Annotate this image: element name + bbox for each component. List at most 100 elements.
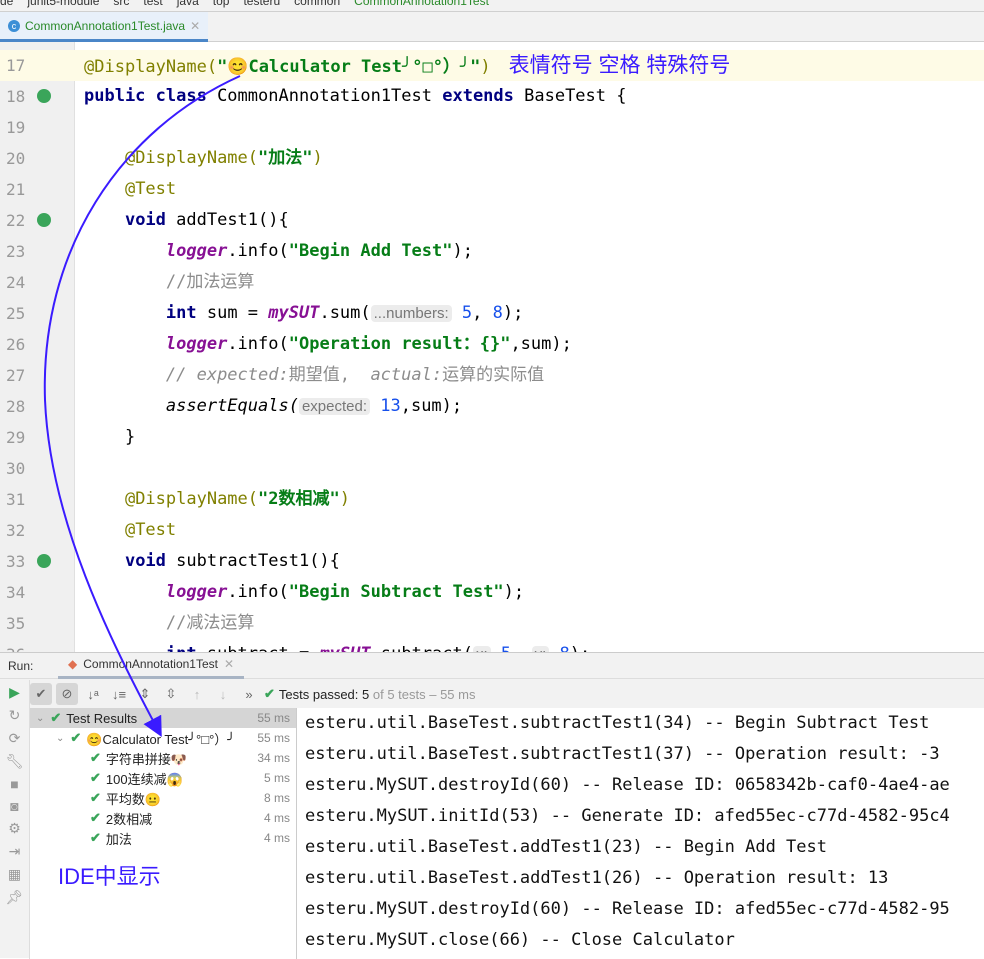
line-number: 28 — [6, 397, 26, 416]
code-token: , — [472, 303, 493, 323]
run-tab[interactable]: ◆ CommonAnnotation1Test ✕ — [58, 653, 245, 679]
code-line: 22 void addTest1(){ — [0, 205, 984, 236]
line-number: 21 — [6, 180, 26, 199]
test-tree-item[interactable]: ✔ 加法 4 ms — [30, 828, 296, 848]
code-token: logger — [165, 241, 228, 261]
breadcrumb-item[interactable]: testeru — [243, 0, 280, 8]
parameter-hint: ...numbers: — [370, 305, 452, 322]
code-text: } — [84, 422, 135, 453]
code-text: //减法运算 — [84, 608, 254, 639]
breadcrumb-item[interactable]: src — [113, 0, 129, 8]
code-token: addTest1(){ — [176, 210, 289, 230]
code-line: 27 // expected:期望值, actual:运算的实际值 — [0, 360, 984, 391]
chevron-down-icon[interactable]: ⌄ — [36, 713, 44, 724]
code-token: sum = — [206, 303, 269, 323]
test-tree-item[interactable]: ⌄ ✔ 😊Calculator Test╯°□°）╯ 55 ms — [30, 728, 296, 748]
breadcrumb-item[interactable]: test — [143, 0, 162, 8]
breadcrumb-item[interactable]: de — [0, 0, 13, 8]
code-token: mySUT — [268, 303, 320, 323]
code-token: 期望值, — [288, 365, 371, 385]
pin-icon[interactable]: 📌︎ — [6, 889, 24, 906]
parameter-hint: expected: — [298, 398, 370, 415]
code-text: logger.info("Begin Add Test"); — [84, 236, 473, 267]
expand-all-button[interactable]: ⇕ — [134, 683, 156, 705]
code-token: .info( — [227, 334, 289, 354]
test-tree-item[interactable]: ⌄ ✔ Test Results 55 ms — [30, 708, 296, 728]
code-token: ) — [312, 148, 323, 168]
close-icon[interactable]: ✕ — [224, 657, 234, 671]
test-duration: 5 ms — [263, 771, 290, 785]
code-token: "Operation result：{}" — [288, 334, 511, 354]
test-tree: ⌄ ✔ Test Results 55 ms ⌄ ✔ 😊Calculator Test╯°□… — [30, 708, 297, 959]
code-token: .sum( — [319, 303, 371, 323]
rerun-failed-icon[interactable]: ↻ — [9, 707, 21, 724]
check-icon: ✔ — [90, 750, 101, 765]
chevron-down-icon[interactable]: ⌄ — [56, 733, 64, 744]
code-line: 34 logger.info("Begin Subtract Test"); — [0, 577, 984, 608]
breadcrumb-item[interactable]: common — [294, 0, 340, 8]
rerun-icon[interactable]: ▶ — [9, 684, 20, 701]
code-line: 18 public class CommonAnnotation1Test ext… — [0, 81, 984, 112]
show-passed-button[interactable]: ✔ — [30, 683, 52, 705]
more-icon[interactable]: » — [238, 683, 260, 705]
import-icon[interactable]: ⇥ — [9, 843, 21, 860]
camera-icon[interactable]: ◙ — [10, 798, 18, 814]
stop-icon[interactable]: ■ — [10, 776, 18, 792]
sort-alpha-button[interactable]: ↓ᵃ — [82, 683, 104, 705]
file-tab[interactable]: c CommonAnnotation1Test.java ✕ — [0, 12, 209, 42]
show-ignored-button[interactable]: ⊘ — [56, 683, 78, 705]
sort-duration-button[interactable]: ↓≡ — [108, 683, 130, 705]
breadcrumb-item[interactable]: java — [177, 0, 199, 8]
breadcrumb-item[interactable]: junit5-module — [27, 0, 99, 8]
console-line: esteru.MySUT.destroyId(60) -- Release ID… — [305, 775, 950, 795]
code-editor[interactable]: 17 @DisplayName("😊Calculator Test╯°□°）╯")… — [0, 42, 984, 652]
breadcrumb-item[interactable]: CommonAnnotation1Test — [354, 0, 489, 8]
layout-icon[interactable]: ▦ — [8, 866, 21, 883]
run-test-icon[interactable] — [37, 213, 51, 227]
code-line: 28 assertEquals(expected: 13,sum); — [0, 391, 984, 422]
line-number: 31 — [6, 490, 26, 509]
code-token: @Test — [124, 520, 177, 540]
code-line: 31 @DisplayName("2数相减") — [0, 484, 984, 515]
test-tree-item[interactable]: ✔ 平均数😐 8 ms — [30, 788, 296, 808]
collapse-all-button[interactable]: ⇳ — [160, 683, 182, 705]
annotation-note: 表情符号 空格 特殊符号 — [508, 54, 731, 77]
run-test-icon[interactable] — [37, 554, 51, 568]
code-text: assertEquals(expected: 13,sum); — [84, 391, 462, 422]
check-icon: ✔ — [264, 686, 275, 701]
test-tree-item[interactable]: ✔ 字符串拼接🐶 34 ms — [30, 748, 296, 768]
line-number: 22 — [6, 211, 26, 230]
test-tree-item[interactable]: ✔ 2数相减 4 ms — [30, 808, 296, 828]
test-name: Test Results — [66, 710, 138, 726]
wrench-icon[interactable]: 🔧︎ — [6, 753, 24, 770]
code-token: 5 — [451, 303, 473, 323]
code-token: actual: — [370, 365, 443, 385]
next-failed-button[interactable]: ↓ — [212, 683, 234, 705]
code-token: //减法运算 — [165, 613, 255, 633]
test-tree-item[interactable]: ✔ 100连续减😱 5 ms — [30, 768, 296, 788]
console-line: esteru.MySUT.close(66) -- Close Calculat… — [305, 930, 735, 950]
code-line: 23 logger.info("Begin Add Test"); — [0, 236, 984, 267]
line-number: 36 — [6, 639, 36, 652]
run-test-icon[interactable] — [37, 89, 51, 103]
close-icon[interactable]: ✕ — [190, 19, 200, 33]
code-text: int subtract = mySUT.subtract(x: 5, y: 8… — [84, 639, 590, 652]
breadcrumb-item[interactable]: top — [213, 0, 230, 8]
console-output[interactable]: esteru.util.BaseTest.subtractTest1(34) -… — [297, 708, 984, 959]
settings-icon[interactable]: ⚙ — [8, 820, 21, 837]
code-line: 30 — [0, 453, 984, 484]
code-token: subtract = — [207, 644, 320, 652]
prev-failed-button[interactable]: ↑ — [186, 683, 208, 705]
console-line: esteru.MySUT.initId(53) -- Generate ID: … — [305, 806, 950, 826]
code-text: void subtractTest1(){ — [84, 546, 340, 577]
code-line: 26 logger.info("Operation result：{}",sum… — [0, 329, 984, 360]
toggle-auto-test-icon[interactable]: ⟳ — [9, 730, 21, 747]
